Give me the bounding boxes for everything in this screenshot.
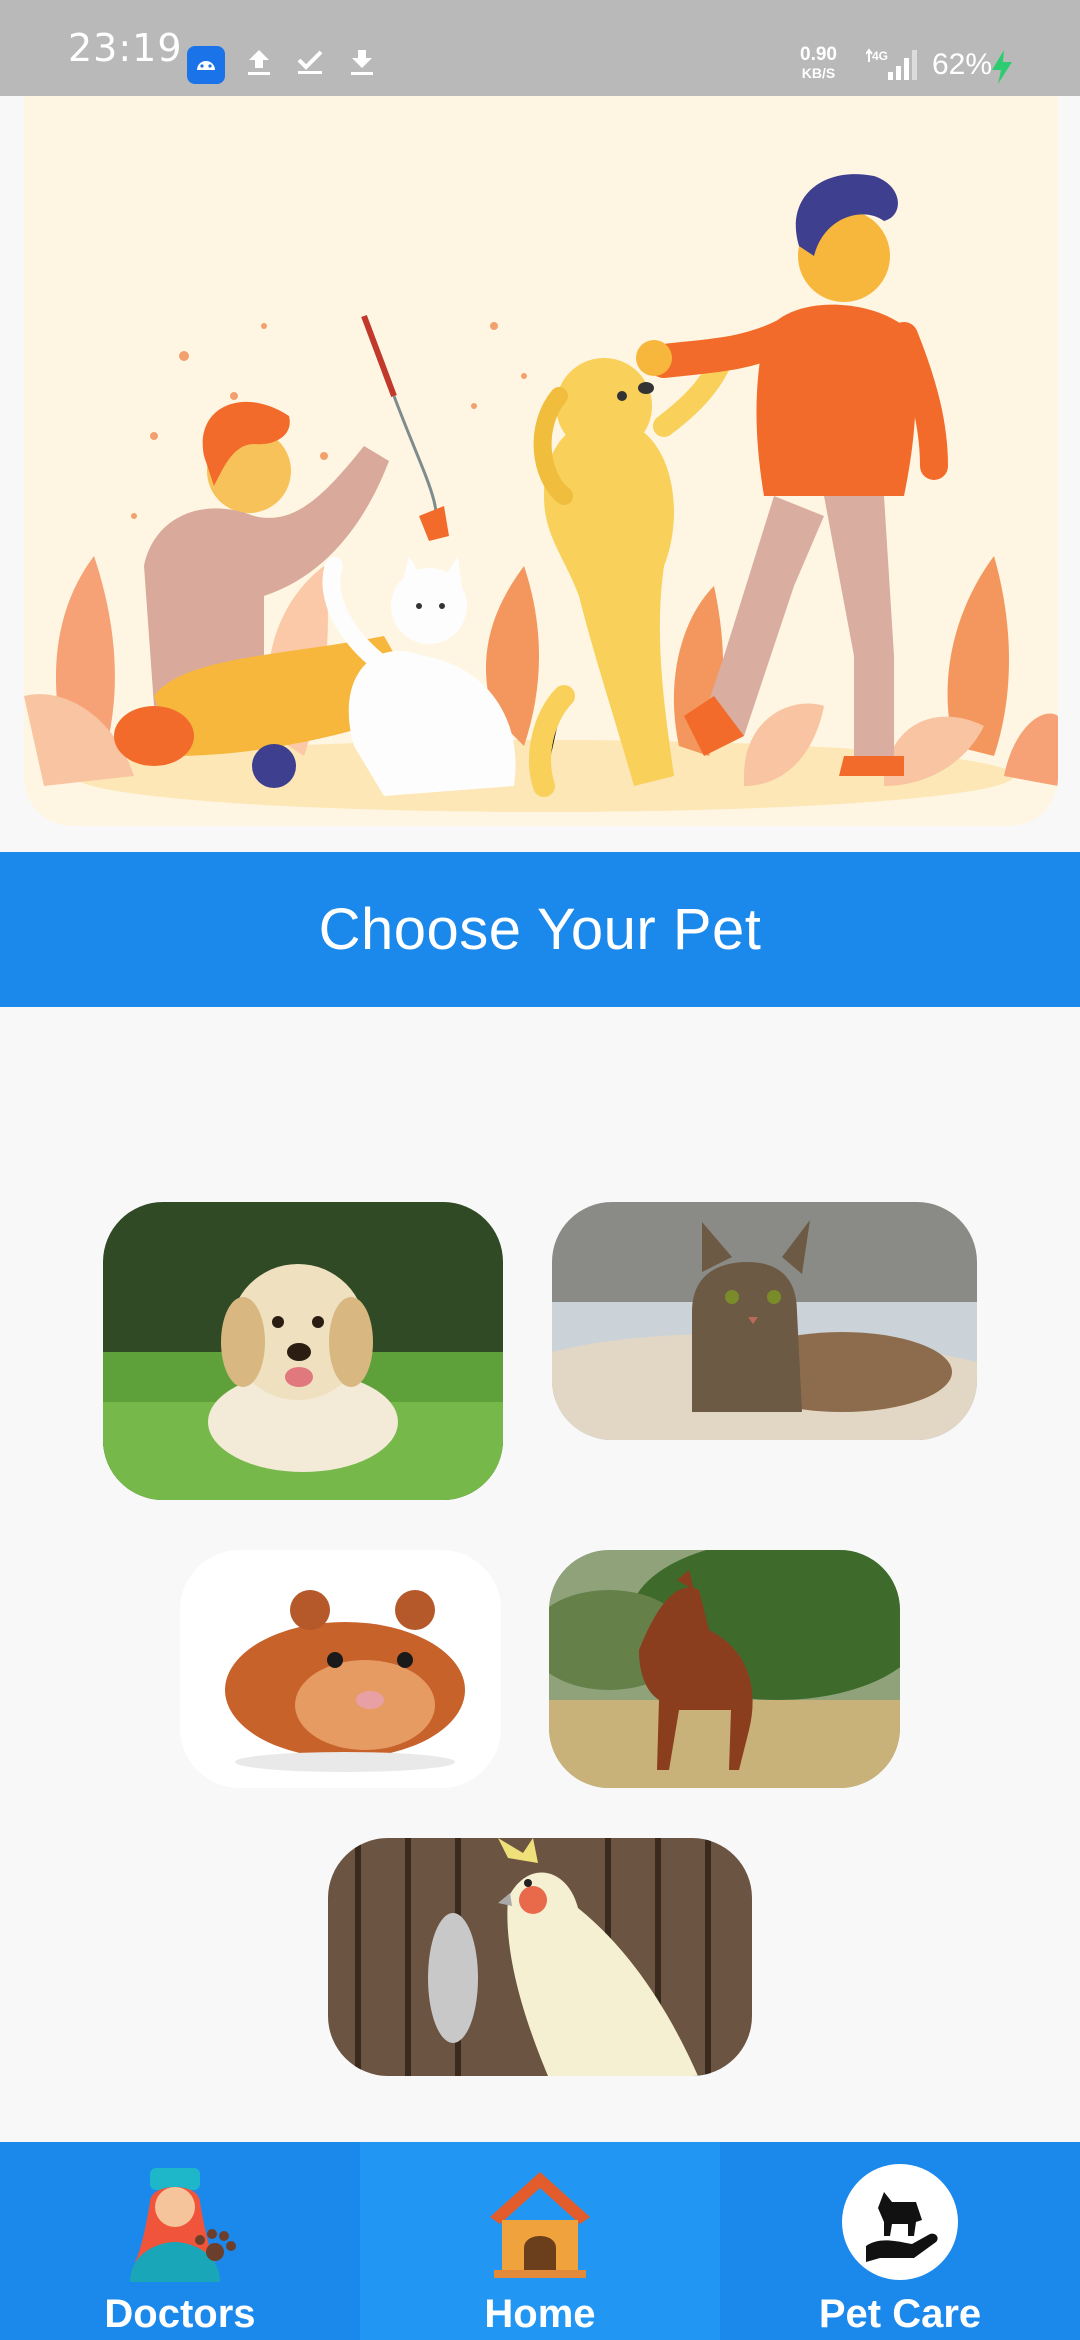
hero-illustration <box>24 96 1058 826</box>
doctor-icon <box>120 2162 240 2282</box>
upload-icon <box>245 46 273 78</box>
network-speed: 0.90 KB/S <box>800 44 837 82</box>
pet-card-hamster[interactable] <box>180 1550 501 1788</box>
charging-icon <box>990 50 1014 84</box>
title-banner: Choose Your Pet <box>0 852 1080 1007</box>
signal-icon: 4G <box>865 48 920 82</box>
nav-home[interactable]: Home <box>360 2142 720 2340</box>
nav-doctors-label: Doctors <box>104 2292 256 2336</box>
pet-card-horse[interactable] <box>549 1550 900 1788</box>
pet-care-icon <box>840 2162 960 2282</box>
nav-doctors[interactable]: Doctors <box>0 2142 360 2340</box>
pet-card-dog[interactable] <box>103 1202 503 1500</box>
nav-home-label: Home <box>484 2292 596 2336</box>
check-icon <box>295 46 325 76</box>
battery-level: 62% <box>932 48 993 81</box>
download-icon <box>348 46 376 78</box>
network-type: 4G <box>872 49 888 63</box>
network-speed-unit: KB/S <box>801 65 836 81</box>
network-speed-value: 0.90 <box>800 44 837 65</box>
status-time: 23:19 <box>68 26 183 70</box>
android-notification-icon <box>187 46 225 84</box>
bottom-navigation: Doctors Home Pet Care <box>0 2142 1080 2340</box>
page-title: Choose Your Pet <box>318 897 762 962</box>
status-bar: 23:19 0.90 KB/S 4G 62% <box>0 0 1080 96</box>
pet-card-bird[interactable] <box>328 1838 752 2076</box>
nav-pet-care[interactable]: Pet Care <box>720 2142 1080 2340</box>
home-icon <box>480 2162 600 2282</box>
nav-pet-care-label: Pet Care <box>818 2292 982 2336</box>
pet-card-cat[interactable] <box>552 1202 977 1440</box>
